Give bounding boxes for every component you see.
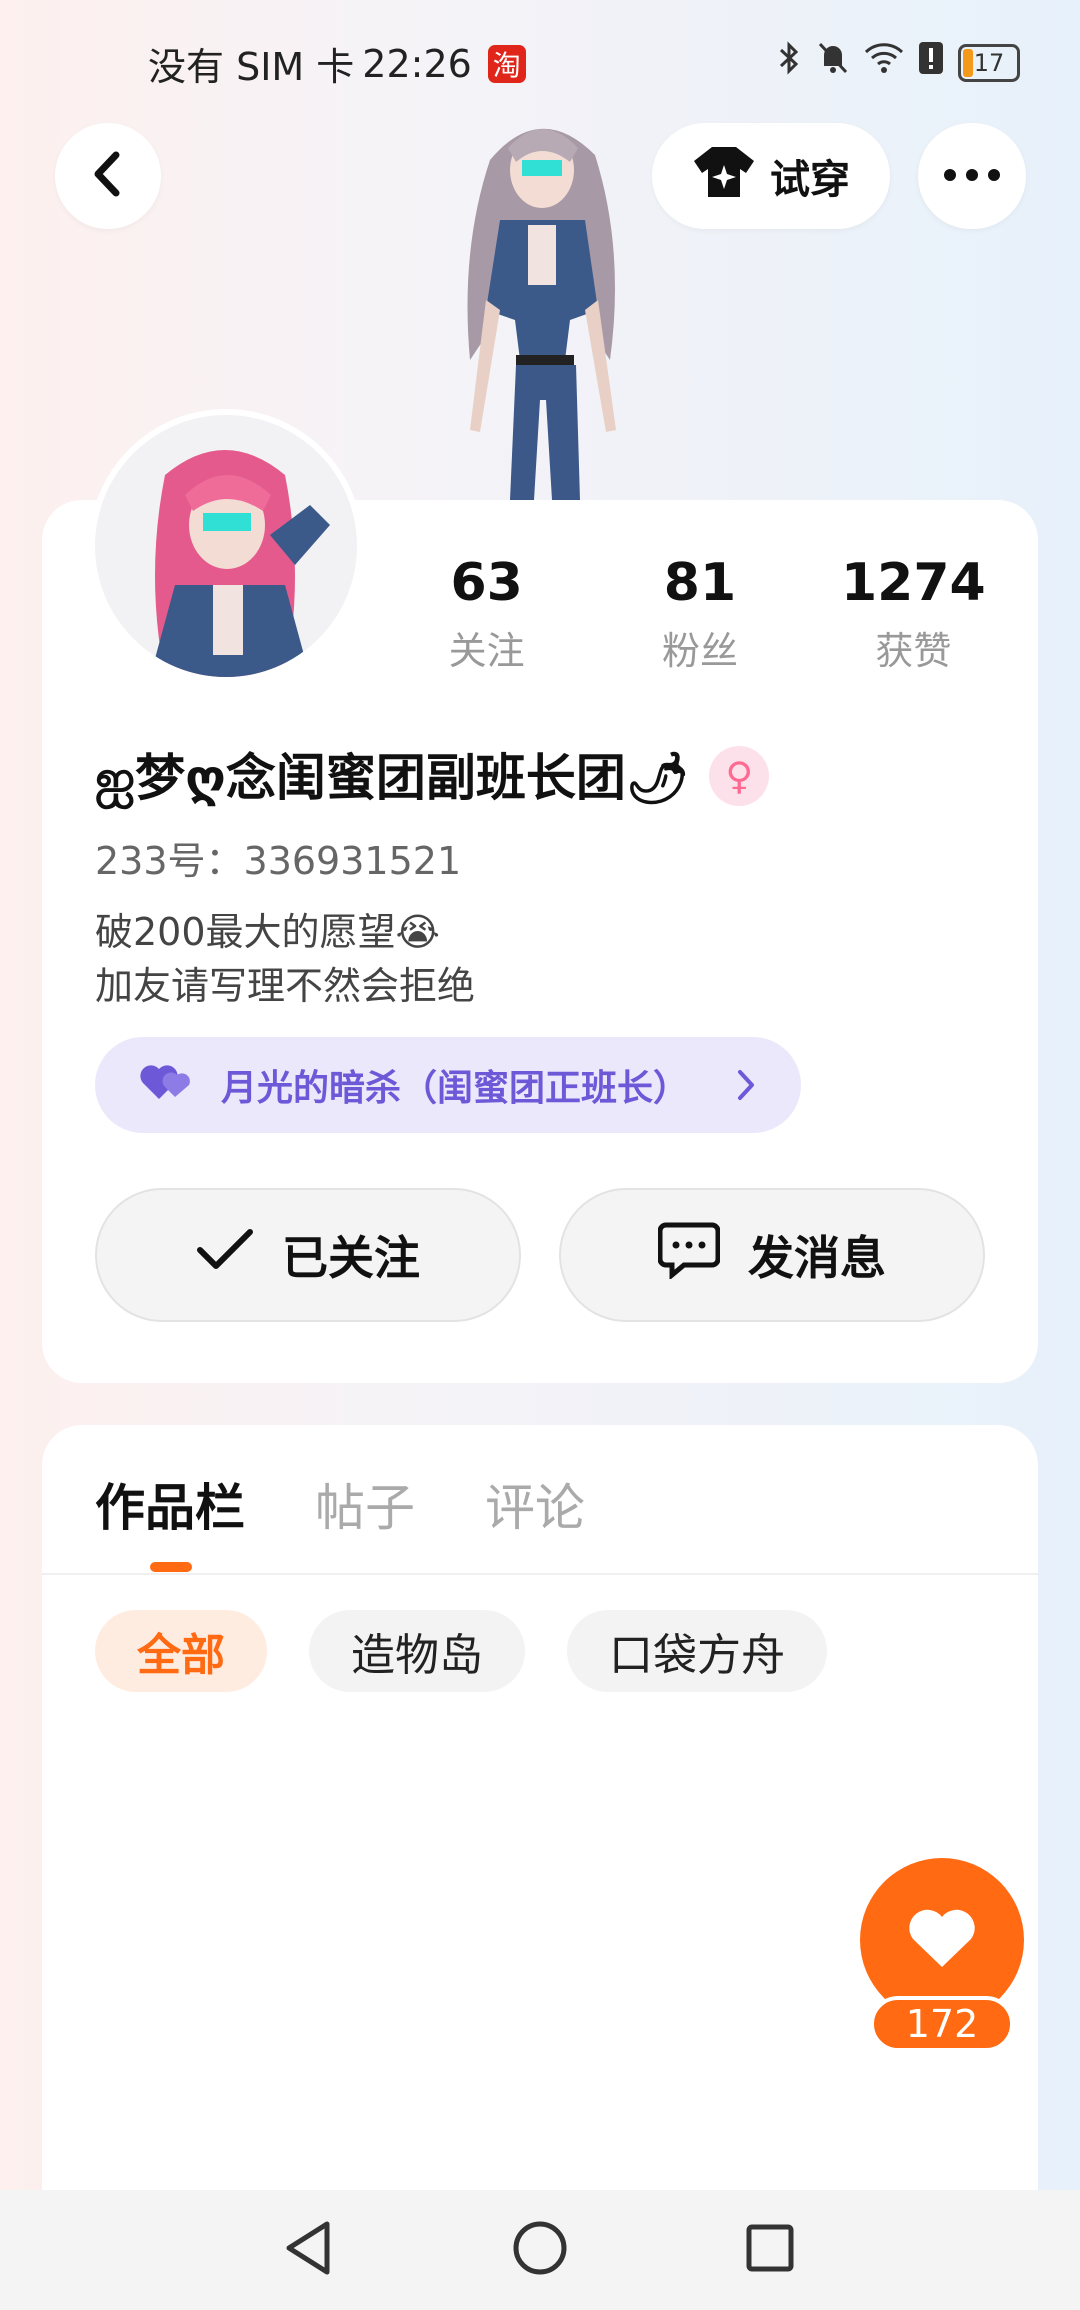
heart-icon — [907, 1907, 977, 1973]
chip-all[interactable]: 全部 — [95, 1610, 267, 1692]
profile-avatar[interactable] — [95, 415, 357, 677]
chip-pocket-ark[interactable]: 口袋方舟 — [567, 1610, 827, 1692]
cp-relationship-label: 月光的暗杀（闺蜜团正班长） — [221, 1068, 690, 1109]
chevron-right-icon — [735, 1067, 757, 1112]
following-button-label: 已关注 — [282, 1231, 420, 1285]
chevron-left-icon — [88, 149, 128, 203]
tab-posts[interactable]: 帖子 — [315, 1468, 415, 1540]
send-message-label: 发消息 — [748, 1231, 886, 1285]
like-count-badge: 172 — [870, 1996, 1014, 2052]
circle-home-icon — [512, 2220, 568, 2280]
taobao-notification-icon: 淘 — [487, 44, 526, 83]
try-on-label: 试穿 — [770, 157, 850, 203]
content-tabs: 作品栏 帖子 评论 — [95, 1468, 585, 1540]
tab-works[interactable]: 作品栏 — [95, 1468, 245, 1540]
double-heart-icon — [139, 1061, 195, 1110]
tabs-divider — [42, 1573, 1038, 1575]
user-id[interactable]: 233号：336931521 — [95, 830, 461, 885]
back-button[interactable] — [55, 123, 161, 229]
nickname: ஐ梦ღ念闺蜜团副班长团🌶 — [95, 749, 690, 807]
square-recents-icon — [745, 2223, 795, 2277]
mute-bell-icon — [816, 40, 850, 85]
tshirt-sparkle-icon — [692, 143, 756, 209]
stat-fans[interactable]: 81 粉丝 — [593, 552, 806, 675]
check-icon — [196, 1228, 254, 1283]
tab-comments[interactable]: 评论 — [485, 1468, 585, 1540]
cp-relationship-link[interactable]: 月光的暗杀（闺蜜团正班长） — [95, 1037, 801, 1133]
chat-bubble-icon — [657, 1221, 721, 1290]
works-filter-chips: 全部 造物岛 口袋方舟 — [95, 1610, 827, 1692]
more-options-button[interactable] — [918, 123, 1026, 229]
battery-icon: 17 — [958, 43, 1020, 82]
bio-line: 加友请写理不然会拒绝 — [95, 964, 476, 1008]
likes-count: 1274 — [840, 553, 986, 613]
female-gender-icon: ♀ — [709, 746, 770, 806]
following-label: 关注 — [448, 629, 525, 673]
following-button[interactable]: 已关注 — [95, 1188, 521, 1322]
triangle-back-icon — [283, 2220, 333, 2280]
system-back-button[interactable] — [278, 2220, 338, 2280]
fans-label: 粉丝 — [661, 629, 738, 673]
profile-stats: 63 关注 81 粉丝 1274 获赞 — [380, 552, 1020, 675]
avatar-3d-figure — [420, 100, 660, 500]
fans-count: 81 — [663, 553, 737, 613]
alert-icon — [918, 41, 944, 84]
status-right: 17 — [776, 40, 1020, 85]
active-tab-indicator — [150, 1562, 192, 1572]
battery-level: 17 — [973, 48, 1005, 77]
likes-label: 获赞 — [875, 629, 952, 673]
bluetooth-icon — [776, 40, 802, 85]
send-message-button[interactable]: 发消息 — [559, 1188, 985, 1322]
bio: 破200最大的愿望😭 加友请写理不然会拒绝 — [95, 905, 475, 1013]
wifi-icon — [864, 42, 904, 83]
following-count: 63 — [450, 553, 523, 613]
stat-likes[interactable]: 1274 获赞 — [807, 552, 1020, 675]
system-home-button[interactable] — [510, 2220, 570, 2280]
stat-following[interactable]: 63 关注 — [380, 552, 593, 675]
bio-line: 破200最大的愿望😭 — [95, 910, 440, 954]
clock: 22:26 — [362, 41, 472, 86]
carrier-text: 没有 SIM 卡 — [148, 45, 355, 89]
system-navigation-bar — [0, 2190, 1080, 2310]
more-dots-icon — [942, 167, 1002, 186]
system-recents-button[interactable] — [740, 2220, 800, 2280]
works-card — [42, 1425, 1038, 2310]
status-left: 没有 SIM 卡 22:26 淘 — [148, 36, 526, 91]
nickname-row: ஐ梦ღ念闺蜜团副班长团🌶 ♀ — [95, 738, 770, 814]
try-on-button[interactable]: 试穿 — [652, 123, 890, 229]
chip-creation-island[interactable]: 造物岛 — [309, 1610, 525, 1692]
battery-fill — [963, 48, 973, 77]
